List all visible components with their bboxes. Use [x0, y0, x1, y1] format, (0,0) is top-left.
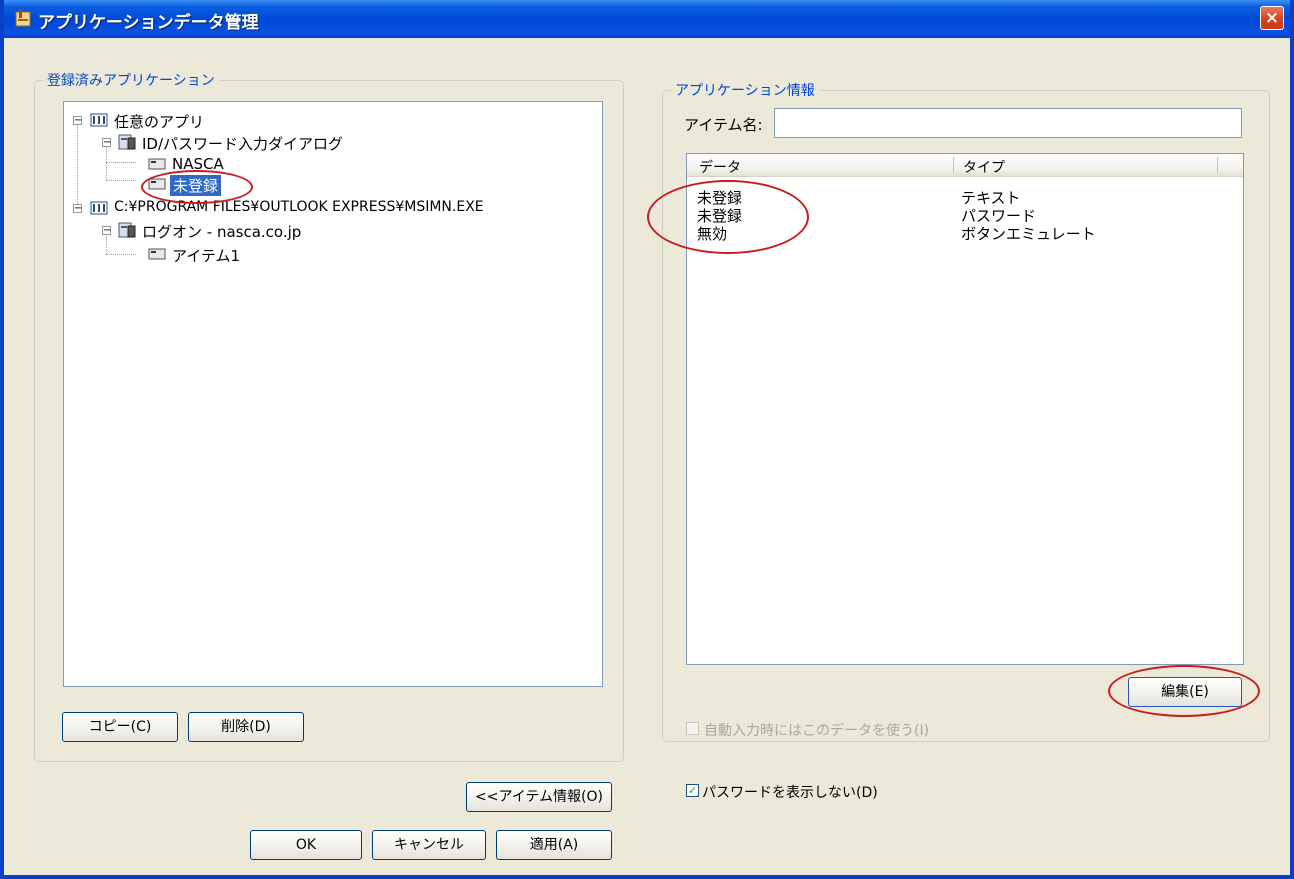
tree-node-id-password-dialog[interactable]: − ID/パスワード入力ダイアログ	[64, 132, 384, 154]
list-row[interactable]: 未登録 テキスト	[687, 187, 1243, 207]
copy-button[interactable]: コピー(C)	[62, 712, 178, 742]
row-data: 無効	[697, 225, 728, 243]
apply-button[interactable]: 適用(A)	[496, 830, 612, 860]
dialog-window: アプリケーションデータ管理 × 登録済みアプリケーション − 任意のアプリ − …	[0, 0, 1294, 879]
minus-expander-icon[interactable]: −	[102, 226, 111, 236]
row-type: ボタンエミュレート	[961, 225, 1096, 243]
auto-input-checkbox	[686, 722, 699, 735]
tree-label: NASCA	[172, 155, 224, 173]
dialog-icon	[118, 134, 136, 150]
close-button[interactable]: ×	[1260, 6, 1284, 30]
close-icon: ×	[1264, 8, 1280, 28]
tree-label: ID/パスワード入力ダイアログ	[142, 135, 344, 153]
app-group-icon	[90, 201, 108, 215]
text-field-icon	[148, 178, 166, 190]
tree-label: アイテム1	[172, 247, 241, 265]
minus-expander-icon[interactable]: −	[73, 116, 82, 126]
registered-apps-label: 登録済みアプリケーション	[43, 70, 219, 90]
minus-expander-icon[interactable]: −	[73, 204, 82, 214]
tree-label: 任意のアプリ	[114, 113, 205, 131]
data-list[interactable]: データ タイプ 未登録 テキスト 未登録 パスワード 無効 ボタンエミュレート	[686, 153, 1244, 665]
app-info-label: アプリケーション情報	[671, 80, 819, 100]
title-bar[interactable]: アプリケーションデータ管理 ×	[4, 0, 1290, 38]
tree-label: C:¥PROGRAM FILES¥OUTLOOK EXPRESS¥MSIMN.E…	[114, 199, 484, 215]
ok-button[interactable]: OK	[250, 830, 362, 860]
text-field-icon	[148, 158, 166, 170]
auto-input-checkbox-label: 自動入力時にはこのデータを使う(I)	[704, 723, 930, 739]
tree-label: ログオン - nasca.co.jp	[142, 223, 302, 241]
minus-expander-icon[interactable]: −	[102, 138, 111, 148]
list-row[interactable]: 未登録 パスワード	[687, 205, 1243, 225]
text-field-icon	[148, 248, 166, 260]
tree-node-logon[interactable]: − ログオン - nasca.co.jp	[64, 220, 384, 242]
column-header-type[interactable]: タイプ	[963, 157, 1005, 177]
item-name-label: アイテム名:	[684, 116, 763, 134]
list-header: データ タイプ	[687, 154, 1243, 177]
tree-node-unregistered[interactable]: 未登録	[64, 174, 264, 196]
item-name-input[interactable]	[774, 108, 1242, 138]
tree-node-nasca[interactable]: NASCA	[64, 154, 264, 176]
tree-label-selected: 未登録	[170, 175, 222, 196]
tree-node-outlook-express[interactable]: − C:¥PROGRAM FILES¥OUTLOOK EXPRESS¥MSIMN…	[64, 198, 584, 220]
delete-button[interactable]: 削除(D)	[188, 712, 304, 742]
list-row[interactable]: 無効 ボタンエミュレート	[687, 223, 1243, 243]
window-title: アプリケーションデータ管理	[38, 13, 259, 33]
app-window-icon	[15, 10, 31, 27]
app-tree[interactable]: − 任意のアプリ − ID/パスワード入力ダイアログ NASCA 未登録 − C…	[63, 101, 603, 687]
tree-node-any-app[interactable]: − 任意のアプリ	[64, 110, 364, 132]
cancel-button[interactable]: キャンセル	[372, 830, 486, 860]
app-group-icon	[90, 113, 108, 127]
edit-button[interactable]: 編集(E)	[1128, 677, 1242, 707]
column-header-data[interactable]: データ	[699, 157, 741, 177]
dialog-icon	[118, 222, 136, 238]
hide-password-checkbox[interactable]: ✓	[686, 784, 699, 797]
tree-node-item1[interactable]: アイテム1	[64, 244, 264, 266]
item-info-button[interactable]: <<アイテム情報(O)	[466, 782, 612, 812]
hide-password-checkbox-label[interactable]: パスワードを表示しない(D)	[702, 782, 878, 802]
